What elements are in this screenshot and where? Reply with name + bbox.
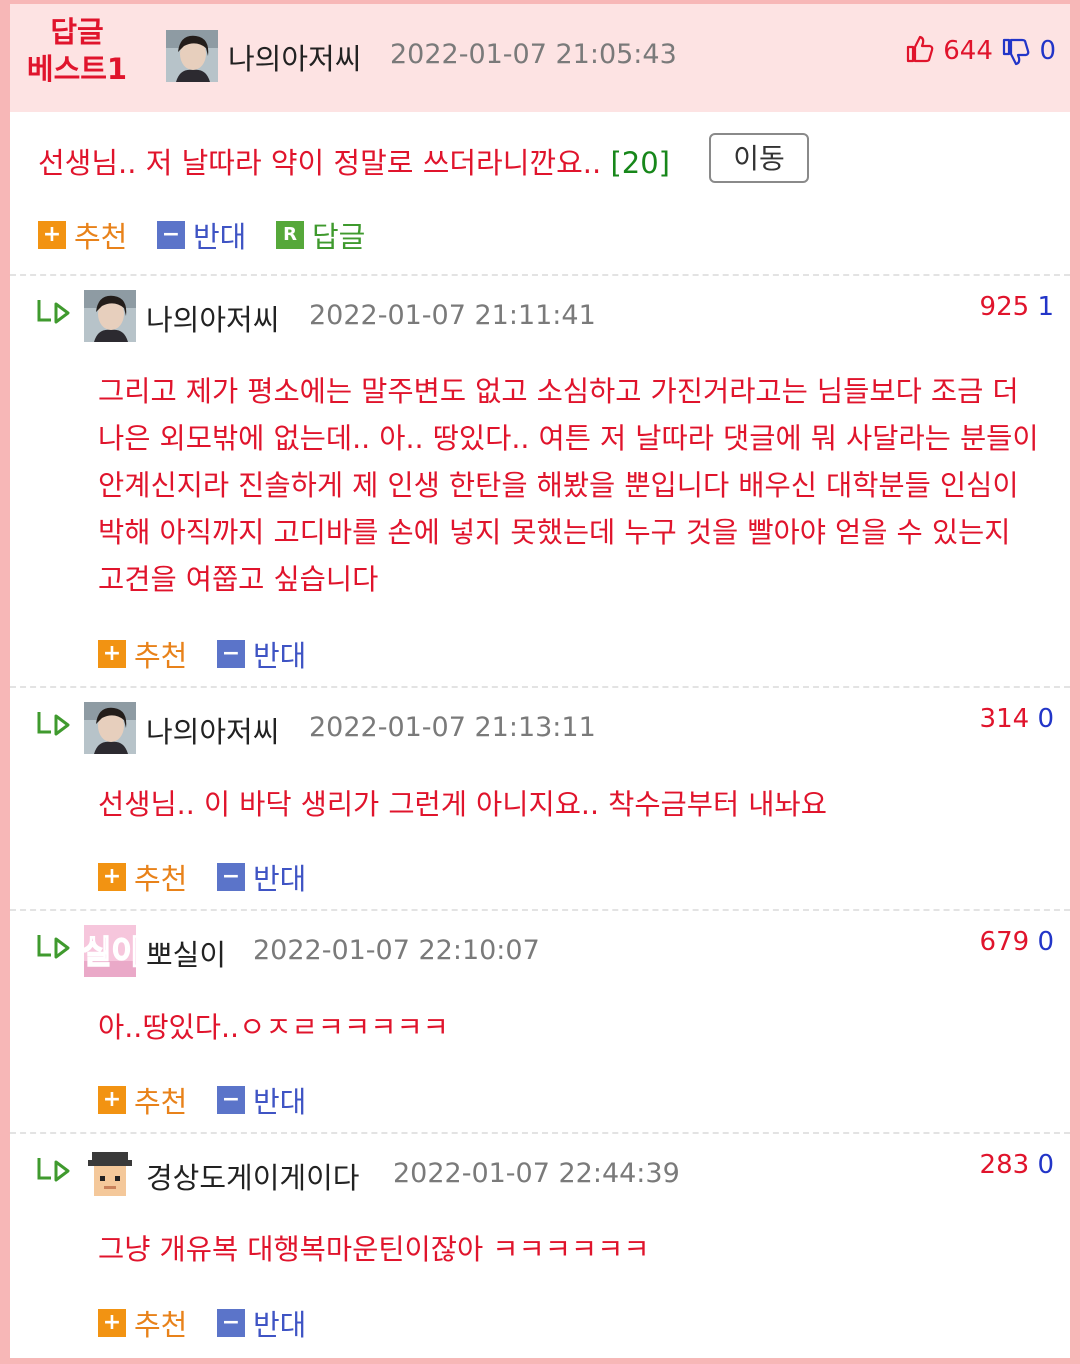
plus-icon: +: [98, 1086, 126, 1114]
comment-nickname[interactable]: 나의아저씨: [146, 709, 279, 751]
recommend-label: 추천: [134, 1085, 188, 1119]
reply-label: 답글: [312, 220, 366, 254]
recommend-button[interactable]: + 추천: [38, 214, 127, 256]
divider: [10, 686, 1070, 688]
oppose-button[interactable]: − 반대: [217, 1302, 306, 1344]
oppose-button[interactable]: − 반대: [217, 1079, 306, 1121]
minus-icon: −: [157, 221, 185, 249]
oppose-label: 반대: [253, 1085, 307, 1119]
comment-votes: 925 1: [980, 292, 1054, 322]
avatar[interactable]: [166, 30, 218, 82]
downvote-count: 0: [1037, 927, 1054, 957]
recommend-button[interactable]: + 추천: [98, 633, 187, 675]
comment-votes: 314 0: [980, 704, 1054, 734]
comment-datetime: 2022-01-07 21:13:11: [309, 712, 596, 743]
comment-nickname[interactable]: 뽀실이: [146, 932, 226, 974]
plus-icon: +: [98, 640, 126, 668]
avatar-text: 실이: [84, 933, 136, 971]
reply-arrow-icon: [37, 1158, 70, 1182]
best-reply-badge: 답글 베스트1: [22, 14, 132, 88]
recommend-label: 추천: [134, 639, 188, 673]
upvote-count: 314: [979, 704, 1030, 734]
comment-text: 선생님.. 이 바닥 생리가 그런게 아니지요.. 착수금부터 내놔요: [98, 788, 827, 821]
post-title-text[interactable]: 선생님.. 저 날따라 약이 정말로 쓰더라니깐요..: [38, 146, 601, 180]
comment-nickname[interactable]: 경상도게이게이다: [146, 1155, 359, 1197]
divider: [10, 1132, 1070, 1134]
upvote-count: 644: [943, 36, 993, 66]
reply-arrow-icon: [37, 300, 70, 324]
comment-datetime: 2022-01-07 22:44:39: [393, 1158, 680, 1189]
post-title[interactable]: 선생님.. 저 날따라 약이 정말로 쓰더라니깐요.. [20]: [38, 140, 670, 182]
comment-datetime: 2022-01-07 21:11:41: [309, 300, 596, 331]
vote-counts: 644 0: [905, 34, 1056, 67]
comment-datetime: 2022-01-07 22:10:07: [253, 935, 540, 966]
oppose-label: 반대: [193, 220, 247, 254]
recommend-label: 추천: [74, 220, 128, 254]
avatar[interactable]: [84, 1148, 136, 1200]
plus-icon: +: [98, 1309, 126, 1337]
comment-votes: 679 0: [980, 927, 1054, 957]
upvote-count: 679: [979, 927, 1030, 957]
minus-icon: −: [217, 1309, 245, 1337]
minus-icon: −: [217, 863, 245, 891]
upvote-count: 283: [979, 1150, 1030, 1180]
reply-arrow-icon: [37, 712, 70, 736]
recommend-button[interactable]: + 추천: [98, 1302, 187, 1344]
plus-icon: +: [38, 221, 66, 249]
comment-text: 그냥 개유복 대행복마운틴이잖아 ㅋㅋㅋㅋㅋㅋ: [98, 1233, 650, 1266]
post-datetime: 2022-01-07 21:05:43: [390, 39, 677, 70]
reply-button[interactable]: R 답글: [276, 214, 365, 256]
avatar[interactable]: [84, 702, 136, 754]
reply-count: [20]: [610, 146, 670, 180]
plus-icon: +: [98, 863, 126, 891]
divider: [10, 274, 1070, 276]
best-badge-line1: 답글: [50, 15, 104, 49]
comment-text: 아..땅있다..ㅇㅈㄹㅋㅋㅋㅋㅋ: [98, 1011, 449, 1044]
author-nickname[interactable]: 나의아저씨: [228, 36, 361, 78]
downvote-count: 0: [1039, 36, 1056, 66]
comment-text: 그리고 제가 평소에는 말주변도 없고 소심하고 가진거라고는 님들보다 조금 …: [98, 375, 1039, 596]
upvote-count: 925: [979, 292, 1030, 322]
oppose-label: 반대: [253, 862, 307, 896]
minus-icon: −: [217, 640, 245, 668]
downvote-count: 1: [1037, 292, 1054, 322]
recommend-button[interactable]: + 추천: [98, 1079, 187, 1121]
move-button[interactable]: 이동: [709, 133, 809, 183]
thumbs-up-icon[interactable]: [905, 34, 935, 64]
recommend-label: 추천: [134, 1308, 188, 1342]
downvote-count: 0: [1037, 1150, 1054, 1180]
avatar[interactable]: 실이: [84, 925, 136, 977]
oppose-label: 반대: [253, 1308, 307, 1342]
oppose-button[interactable]: − 반대: [217, 856, 306, 898]
downvote-count: 0: [1037, 704, 1054, 734]
oppose-label: 반대: [253, 639, 307, 673]
thumbs-down-icon[interactable]: [1001, 37, 1031, 67]
minus-icon: −: [217, 1086, 245, 1114]
comment-nickname[interactable]: 나의아저씨: [146, 297, 279, 339]
oppose-button[interactable]: − 반대: [217, 633, 306, 675]
reply-arrow-icon: [37, 935, 70, 959]
avatar[interactable]: [84, 290, 136, 342]
divider: [10, 909, 1070, 911]
recommend-button[interactable]: + 추천: [98, 856, 187, 898]
best-badge-line2: 베스트1: [26, 52, 128, 86]
recommend-label: 추천: [134, 862, 188, 896]
comment-votes: 283 0: [980, 1150, 1054, 1180]
oppose-button[interactable]: − 반대: [157, 214, 246, 256]
reply-r-icon: R: [276, 221, 304, 249]
